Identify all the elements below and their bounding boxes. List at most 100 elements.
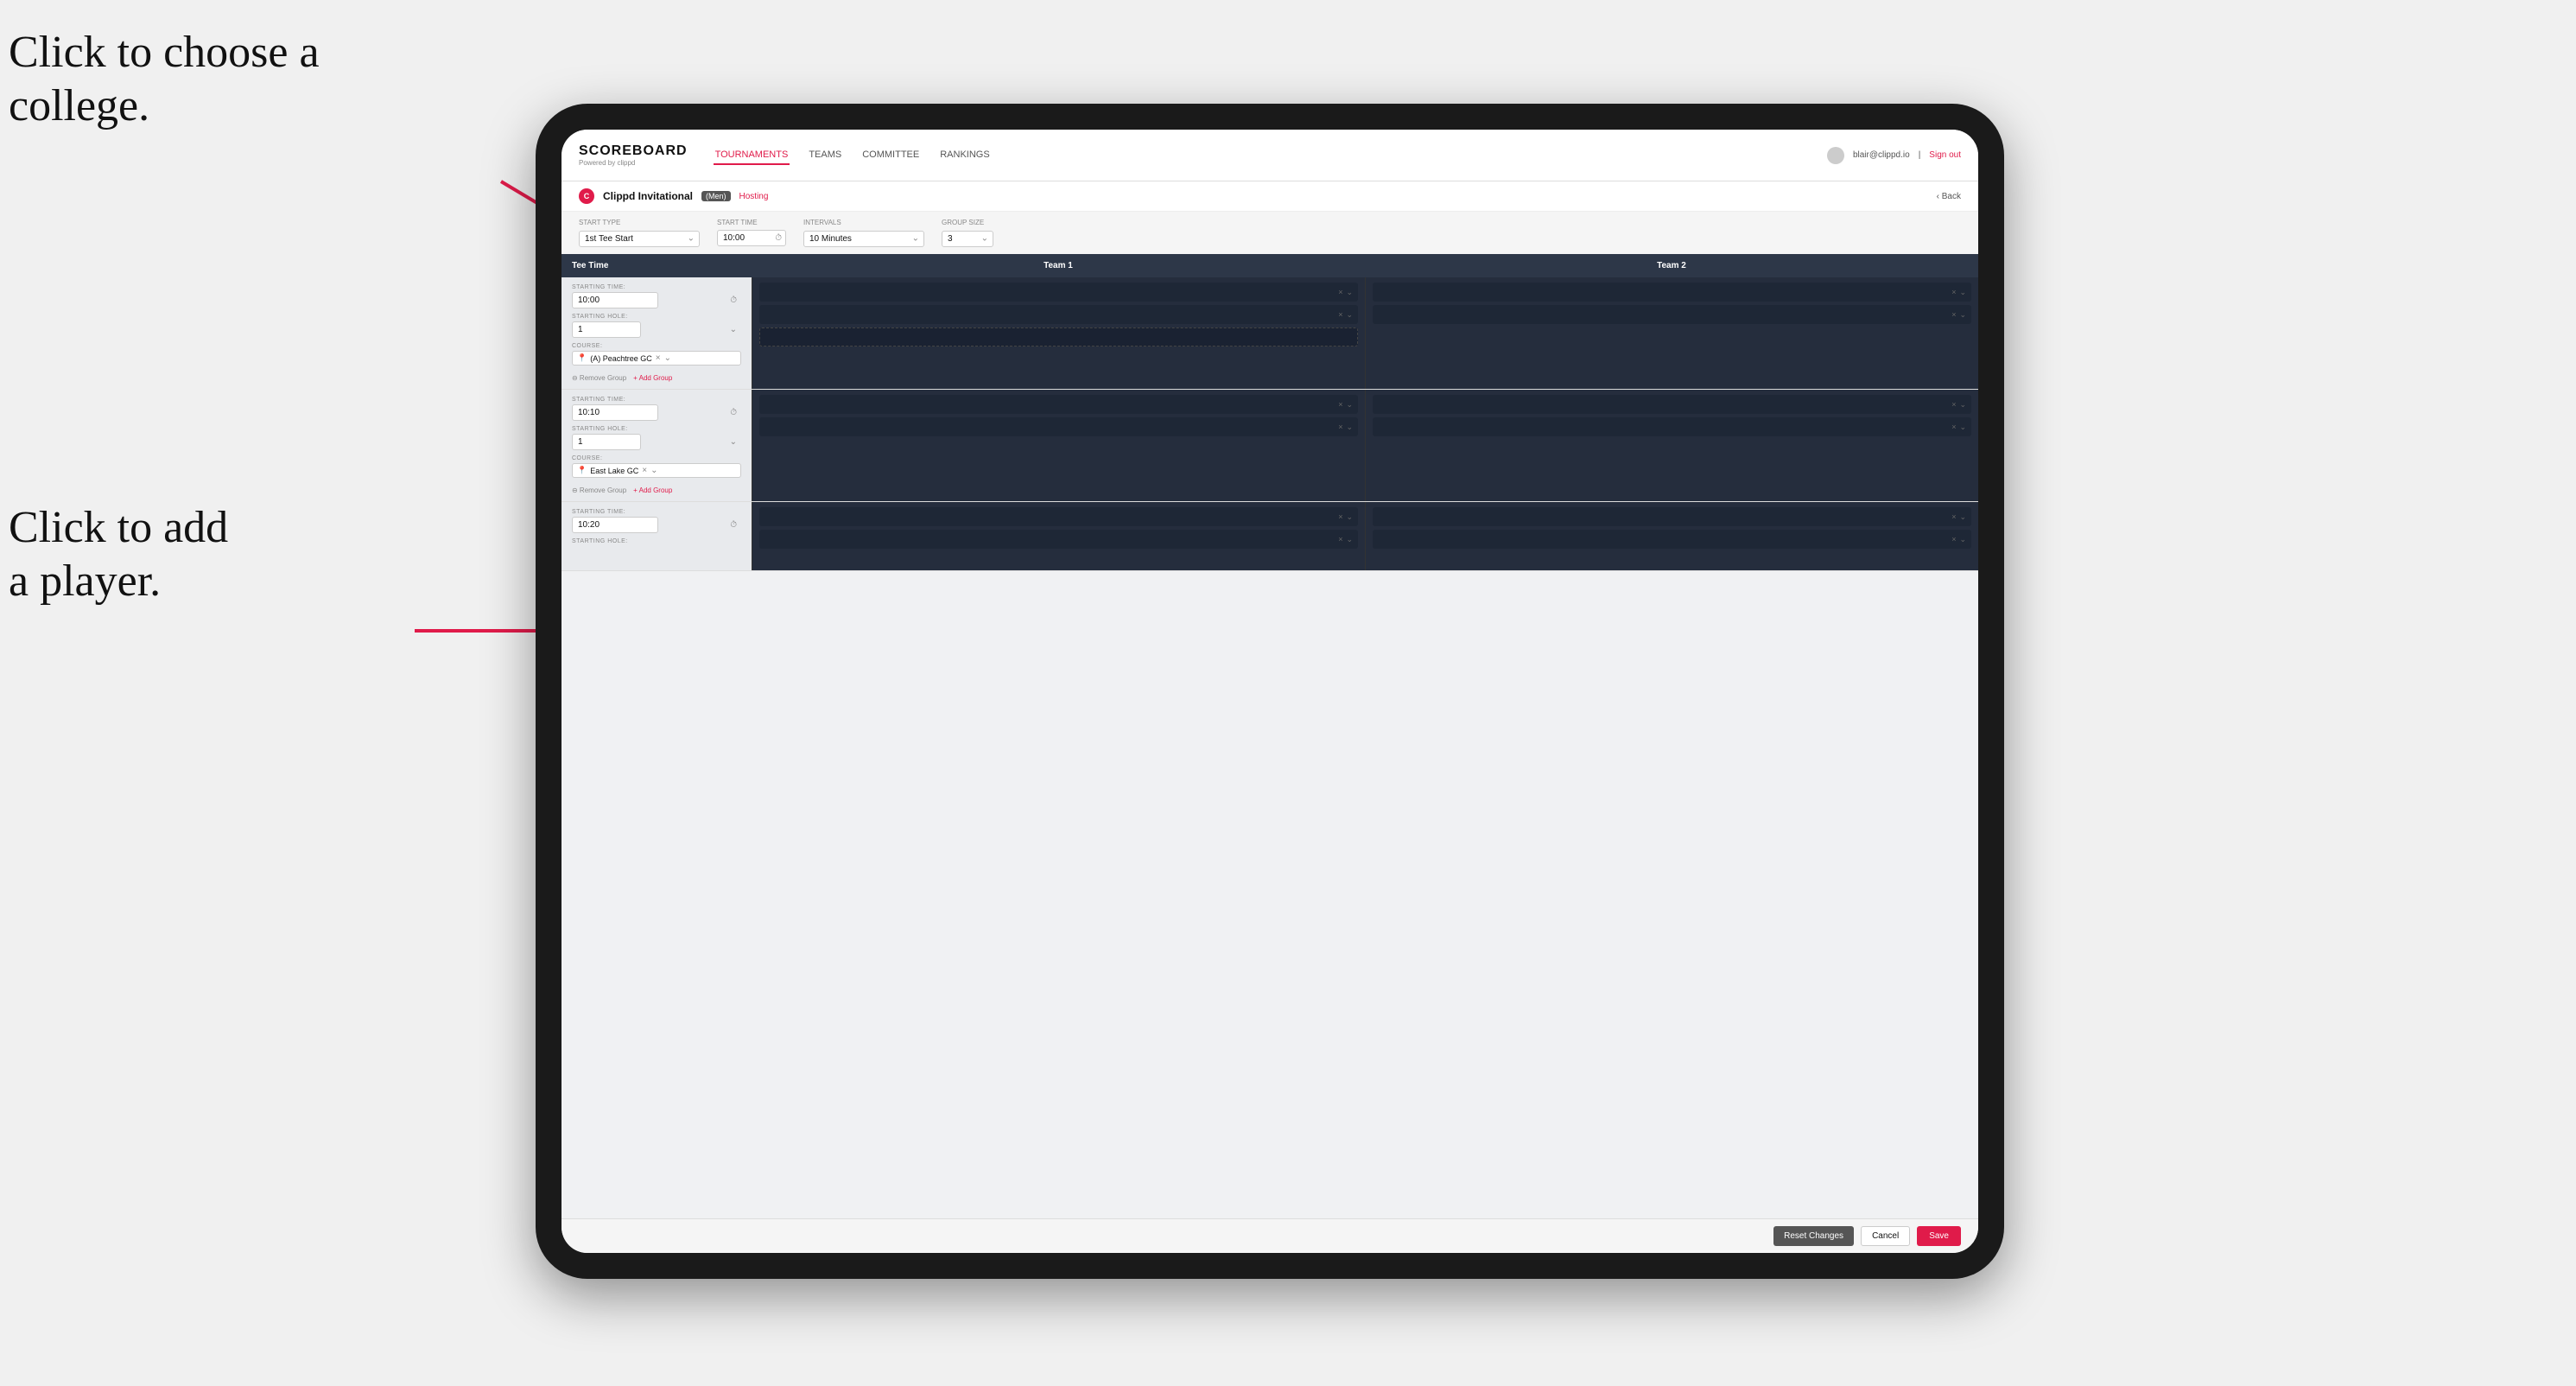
group-size-group: Group Size 3 2 4 [942,219,993,247]
starting-time-input-2[interactable] [572,404,658,421]
starting-hole-input-2[interactable] [572,434,641,450]
course-chevron-2[interactable]: ⌄ [650,466,657,475]
player-x-btn-g2-t2-2[interactable]: × [1951,423,1956,431]
course-tag-2[interactable]: 📍 East Lake GC × ⌄ [572,463,741,478]
course-field-1: COURSE: 📍 (A) Peachtree GC × ⌄ [572,343,741,366]
team1-col-3: × ⌄ × ⌄ [752,502,1365,570]
nav-rankings[interactable]: RANKINGS [938,146,991,165]
nav-committee[interactable]: COMMITTEE [860,146,921,165]
group-size-select[interactable]: 3 2 4 [942,231,993,247]
course-remove-2[interactable]: × [642,466,647,475]
starting-hole-field-1: STARTING HOLE: ⌄ [572,314,741,338]
intervals-select[interactable]: 10 Minutes 8 Minutes 12 Minutes [803,231,924,247]
player-row-1-t2-1[interactable]: × ⌄ [1373,283,1971,302]
starting-hole-field-3: STARTING HOLE: [572,538,741,544]
player-x-btn-t2-2[interactable]: × [1951,310,1956,319]
player-x-btn-t2-1[interactable]: × [1951,288,1956,296]
group-row-2: STARTING TIME: ⏱ STARTING HOLE: ⌄ [562,390,1978,502]
back-button[interactable]: ‹ Back [1937,192,1961,201]
starting-time-input-3[interactable] [572,517,658,533]
player-row-1-t1-1[interactable]: × ⌄ [759,283,1358,302]
player-row-2-t1-2[interactable]: × ⌄ [759,417,1358,436]
intervals-group: Intervals 10 Minutes 8 Minutes 12 Minute… [803,219,924,247]
player-chevron-btn-g2-1[interactable]: ⌄ [1346,400,1353,410]
sign-out-link[interactable]: Sign out [1929,150,1961,160]
nav-bar: SCOREBOARD Powered by clippd TOURNAMENTS… [562,130,1978,181]
player-chevron-btn-g3-t2-1[interactable]: ⌄ [1959,512,1966,522]
start-time-wrapper: ⏱ [717,230,786,246]
course-name-2: East Lake GC [590,467,638,475]
hole-chevron-1: ⌄ [730,325,737,334]
event-title: Clippd Invitational [603,190,693,202]
course-remove-1[interactable]: × [656,353,661,363]
user-email: blair@clippd.io [1853,150,1910,160]
player-chevron-btn-t2-1[interactable]: ⌄ [1959,288,1966,297]
player-x-btn-g3-t2-1[interactable]: × [1951,512,1956,521]
player-row-2-t2-1[interactable]: × ⌄ [1373,395,1971,414]
player-chevron-btn-g3-1[interactable]: ⌄ [1346,512,1353,522]
player-row-3-t2-1[interactable]: × ⌄ [1373,507,1971,526]
player-x-btn[interactable]: × [1338,288,1342,296]
player-chevron-btn-g3-t2-2[interactable]: ⌄ [1959,535,1966,544]
player-x-btn-g2-1[interactable]: × [1338,400,1342,409]
starting-hole-field-2: STARTING HOLE: ⌄ [572,426,741,450]
player-line2: a player. [9,556,161,606]
nav-right: blair@clippd.io | Sign out [1827,147,1961,164]
sub-header: C Clippd Invitational (Men) Hosting ‹ Ba… [562,181,1978,212]
starting-hole-label-2: STARTING HOLE: [572,426,741,432]
logo-sub: Powered by clippd [579,159,688,167]
nav-tournaments[interactable]: TOURNAMENTS [714,146,790,165]
player-row-3-t1-1[interactable]: × ⌄ [759,507,1358,526]
save-button[interactable]: Save [1917,1226,1961,1246]
group-left-3: STARTING TIME: ⏱ STARTING HOLE: [562,502,752,570]
player-row-2-t1-1[interactable]: × ⌄ [759,395,1358,414]
nav-teams[interactable]: TEAMS [807,146,843,165]
player-x-btn-g3-1[interactable]: × [1338,512,1342,521]
cancel-button[interactable]: Cancel [1861,1226,1910,1246]
add-group-2[interactable]: + Add Group [633,486,672,494]
col-tee-time: Tee Time [562,254,752,277]
hole-chevron-2: ⌄ [730,437,737,447]
course-chevron-1[interactable]: ⌄ [664,353,671,363]
starting-hole-input-wrapper-1: ⌄ [572,321,741,338]
player-chevron-btn[interactable]: ⌄ [1346,288,1353,297]
player-line1: Click to add [9,503,228,552]
player-chevron-btn-t2-2[interactable]: ⌄ [1959,310,1966,320]
starting-hole-label-1: STARTING HOLE: [572,314,741,320]
start-type-group: Start Type 1st Tee Start Shotgun Start [579,219,700,247]
time-icon-3: ⏱ [730,520,737,530]
player-x-btn-g2-t2-1[interactable]: × [1951,400,1956,409]
starting-hole-input-1[interactable] [572,321,641,338]
remove-group-2[interactable]: ⊖ Remove Group [572,486,626,494]
starting-hole-input-wrapper-2: ⌄ [572,434,741,450]
player-row-3-t2-2[interactable]: × ⌄ [1373,530,1971,549]
clock-icon: ⏱ [775,233,782,243]
course-icon-2: 📍 [577,466,587,475]
add-group-1[interactable]: + Add Group [633,374,672,382]
group-row-3: STARTING TIME: ⏱ STARTING HOLE: × ⌄ [562,502,1978,571]
course-tag-1[interactable]: 📍 (A) Peachtree GC × ⌄ [572,351,741,366]
player-chevron-btn-2[interactable]: ⌄ [1346,310,1353,320]
player-chevron-btn-g2-t2-1[interactable]: ⌄ [1959,400,1966,410]
start-type-select[interactable]: 1st Tee Start Shotgun Start [579,231,700,247]
team2-col-2: × ⌄ × ⌄ [1365,390,1978,501]
player-x-btn-g3-t2-2[interactable]: × [1951,535,1956,544]
group-row-1: STARTING TIME: ⏱ STARTING HOLE: ⌄ [562,277,1978,390]
starting-time-input-1[interactable] [572,292,658,308]
event-gender-badge: (Men) [701,191,731,201]
player-x-btn-2[interactable]: × [1338,310,1342,319]
player-x-btn-g2-2[interactable]: × [1338,423,1342,431]
player-row-1-t2-2[interactable]: × ⌄ [1373,305,1971,324]
player-chevron-btn-g2-2[interactable]: ⌄ [1346,423,1353,432]
reset-button[interactable]: Reset Changes [1773,1226,1854,1246]
player-x-btn-g3-2[interactable]: × [1338,535,1342,544]
remove-group-1[interactable]: ⊖ Remove Group [572,374,626,382]
group-size-label: Group Size [942,219,993,226]
player-row-2-t2-2[interactable]: × ⌄ [1373,417,1971,436]
add-player-row-1-t1[interactable] [759,327,1358,346]
player-row-1-t1-2[interactable]: × ⌄ [759,305,1358,324]
player-row-3-t1-2[interactable]: × ⌄ [759,530,1358,549]
player-chevron-btn-g3-2[interactable]: ⌄ [1346,535,1353,544]
player-chevron-btn-g2-t2-2[interactable]: ⌄ [1959,423,1966,432]
team2-col-1: × ⌄ × ⌄ [1365,277,1978,389]
